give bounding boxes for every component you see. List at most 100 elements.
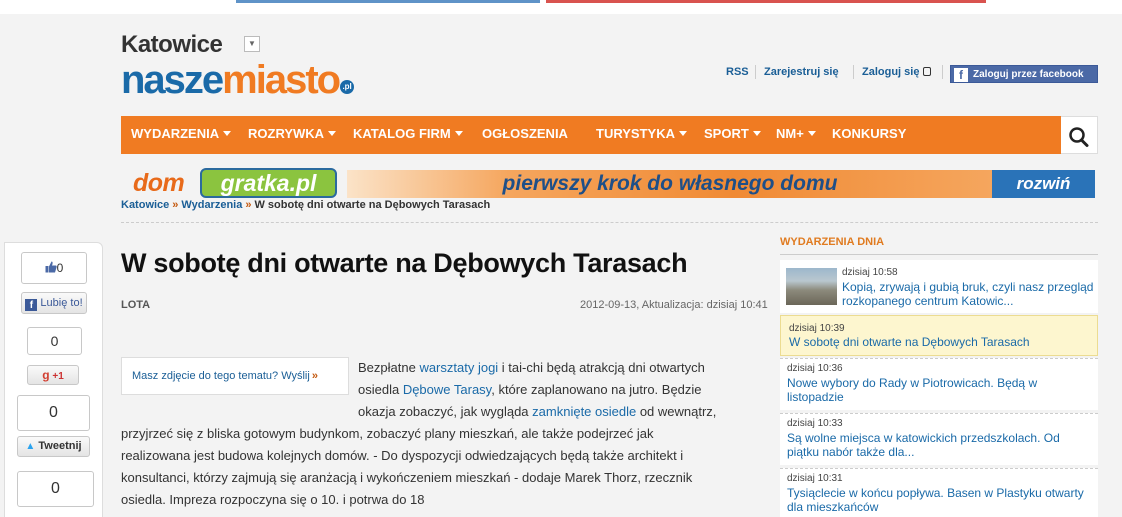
- chevron-down-icon: [223, 131, 232, 136]
- search-icon: [1069, 127, 1089, 147]
- share-count: 0: [17, 471, 94, 507]
- gratka-banner-ad[interactable]: dom gratka.pl pierwszy krok do własnego …: [121, 166, 1096, 199]
- facebook-like-button[interactable]: f Lubię to!: [21, 292, 87, 314]
- nav-label: ROZRYWKA: [248, 126, 325, 141]
- news-title-line[interactable]: Tysiąclecie w końcu popływa. Basen w Pla…: [787, 486, 1084, 500]
- banner-gratka-logo: gratka.pl: [200, 168, 337, 198]
- logo-part2: miasto: [222, 58, 341, 102]
- news-time: dzisiaj 10:58: [842, 267, 898, 278]
- article-body-line: Bezpłatne warsztaty jogi i tai-chi będą …: [358, 357, 705, 379]
- article-body-line: realizowana jest budowa kolejnych domów.…: [121, 448, 684, 463]
- breadcrumb-home[interactable]: Katowice: [121, 199, 169, 211]
- rss-link[interactable]: RSS: [726, 66, 749, 78]
- nav-item-konkursy[interactable]: KONKURSY: [832, 116, 906, 154]
- sidebar-news-item-current[interactable]: dzisiaj 10:39 W sobotę dni otwarte na Dę…: [780, 315, 1098, 356]
- tweet-count: 0: [17, 395, 90, 431]
- article-body-line: osiedla Dębowe Tarasy, które zaplanowano…: [358, 379, 702, 401]
- top-ad-right[interactable]: [546, 0, 986, 3]
- text: okazja zobaczyć, jak wygląda: [358, 404, 533, 419]
- breadcrumb-current: W sobotę dni otwarte na Dębowych Tarasac…: [254, 199, 491, 211]
- article-body-line: okazja zobaczyć, jak wygląda zamknięte o…: [358, 401, 716, 423]
- tweet-button[interactable]: ▲ Tweetnij: [17, 436, 90, 457]
- thumbs-up-icon: [45, 261, 57, 273]
- logo-part1: nasze: [121, 58, 224, 102]
- nav-label: SPORT: [704, 126, 749, 141]
- nav-label: KONKURSY: [832, 126, 907, 141]
- gplus-button[interactable]: g +1: [27, 365, 79, 385]
- nav-item-wydarzenia[interactable]: WYDARZENIA: [131, 116, 232, 154]
- facebook-icon: f: [25, 299, 38, 311]
- link-zamkniete-osiedle[interactable]: zamknięte osiedle: [532, 404, 636, 419]
- text: osiedla: [358, 382, 403, 397]
- nav-label: TURYSTYKA: [596, 126, 675, 141]
- site-logo[interactable]: naszemiasto .pl: [121, 58, 355, 102]
- divider: [121, 222, 1098, 223]
- banner-slogan: pierwszy krok do własnego domu: [347, 170, 993, 198]
- facebook-icon: f: [954, 68, 968, 82]
- city-dropdown-toggle[interactable]: ▼: [244, 36, 260, 52]
- logo-suffix: .pl: [340, 80, 355, 94]
- send-photo-link[interactable]: Masz zdjęcie do tego tematu? Wyślij»: [121, 357, 349, 395]
- article-title: W sobotę dni otwarte na Dębowych Tarasac…: [121, 248, 688, 278]
- banner-expand-button[interactable]: rozwiń: [992, 170, 1095, 198]
- divider: [755, 65, 756, 79]
- top-ad-left[interactable]: [236, 0, 540, 3]
- sidebar-news-item[interactable]: dzisiaj 10:36 Nowe wybory do Rady w Piot…: [780, 358, 1098, 410]
- news-title-line[interactable]: Kopią, zrywają i gubią bruk, czyli nasz …: [842, 280, 1093, 294]
- chevron-down-icon: [678, 131, 687, 136]
- register-link[interactable]: Zarejestruj się: [764, 66, 839, 78]
- nav-item-nm-plus[interactable]: NM+: [776, 116, 816, 154]
- chevron-down-icon: [454, 131, 463, 136]
- sidebar-news-item[interactable]: dzisiaj 10:58 Kopią, zrywają i gubią bru…: [780, 260, 1098, 313]
- chevron-down-icon: [328, 131, 337, 136]
- link-debowe-tarasy[interactable]: Dębowe Tarasy: [403, 382, 491, 397]
- news-time: dzisiaj 10:33: [787, 418, 843, 429]
- news-title-line[interactable]: dla mieszkańców: [787, 500, 878, 514]
- main-nav: WYDARZENIA ROZRYWKA KATALOG FIRM OGŁOSZE…: [121, 116, 1061, 154]
- send-photo-label: Masz zdjęcie do tego tematu? Wyślij: [132, 370, 310, 382]
- sidebar-heading: WYDARZENIA DNIA: [780, 236, 885, 248]
- nav-item-sport[interactable]: SPORT: [704, 116, 761, 154]
- chevron-right-icon: »: [311, 370, 318, 382]
- nav-label: NM+: [776, 126, 804, 141]
- nav-item-katalog-firm[interactable]: KATALOG FIRM: [353, 116, 463, 154]
- link-warsztaty-jogi[interactable]: warsztaty jogi: [419, 360, 498, 375]
- nav-item-rozrywka[interactable]: ROZRYWKA: [248, 116, 337, 154]
- login-label: Zaloguj się: [862, 66, 920, 78]
- article-body-line: osiedla. Impreza rozpoczyna się o 10. i …: [121, 492, 425, 507]
- breadcrumb-separator: »: [172, 199, 179, 211]
- news-title-line[interactable]: W sobotę dni otwarte na Dębowych Tarasac…: [789, 335, 1030, 349]
- search-button[interactable]: [1061, 116, 1098, 154]
- news-title-line[interactable]: piątku nabór także dla...: [787, 445, 914, 459]
- news-title-line[interactable]: listopadzie: [787, 390, 844, 404]
- nav-label: KATALOG FIRM: [353, 126, 451, 141]
- article-author[interactable]: LOTA: [121, 299, 150, 311]
- news-title-line[interactable]: Są wolne miejsca w katowickich przedszko…: [787, 431, 1060, 445]
- facebook-login-button[interactable]: f Zaloguj przez facebook: [950, 65, 1098, 83]
- breadcrumb-section[interactable]: Wydarzenia: [181, 199, 242, 211]
- news-title-line[interactable]: Nowe wybory do Rady w Piotrowicach. Będą…: [787, 376, 1037, 390]
- fb-like-label: Lubię to!: [40, 297, 83, 309]
- facebook-login-label: Zaloguj przez facebook: [973, 69, 1084, 80]
- sidebar-news-item[interactable]: dzisiaj 10:31 Tysiąclecie w końcu popływ…: [780, 468, 1098, 517]
- banner-dom-text: dom: [133, 169, 185, 197]
- gplus-count: 0: [27, 327, 82, 355]
- nav-item-ogloszenia[interactable]: OGŁOSZENIA: [482, 116, 568, 154]
- news-thumbnail[interactable]: [786, 268, 837, 305]
- sidebar-news-item[interactable]: dzisiaj 10:33 Są wolne miejsca w katowic…: [780, 413, 1098, 465]
- text: i tai-chi będą atrakcją dni otwartych: [498, 360, 705, 375]
- login-link[interactable]: Zaloguj się: [862, 66, 932, 78]
- tweet-label: Tweetnij: [38, 440, 82, 452]
- gplus-icon: g: [42, 368, 50, 382]
- nav-label: OGŁOSZENIA: [482, 126, 568, 141]
- nav-label: WYDARZENIA: [131, 126, 220, 141]
- twitter-bird-icon: ▲: [25, 441, 36, 452]
- top-ad-strip: [0, 0, 1122, 14]
- news-title-line[interactable]: rozkopanego centrum Katowic...: [842, 294, 1013, 308]
- nav-item-turystyka[interactable]: TURYSTYKA: [596, 116, 687, 154]
- article-body-line: przyjrzeć się z bliska gotowym budynkom,…: [121, 426, 654, 441]
- lock-icon: [923, 67, 932, 76]
- news-time: dzisiaj 10:39: [789, 323, 845, 334]
- text: , które zaplanowano na jutro. Będzie: [491, 382, 702, 397]
- gplus-label: +1: [52, 371, 64, 382]
